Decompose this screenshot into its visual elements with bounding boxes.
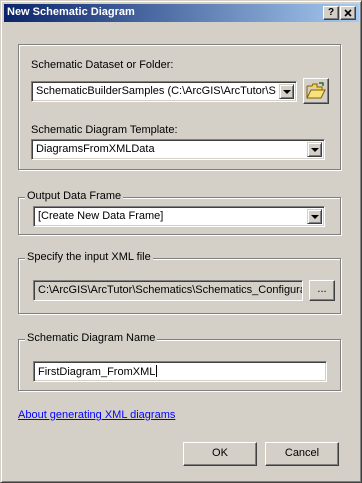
output-frame-legend: Output Data Frame (25, 190, 124, 202)
chevron-down-icon (311, 148, 319, 152)
dataset-dropdown-button[interactable] (279, 84, 294, 99)
output-frame-dropdown-button[interactable] (307, 209, 322, 224)
dataset-value: SchematicBuilderSamples (C:\ArcGIS\ArcTu… (36, 85, 276, 97)
help-button[interactable]: ? (323, 6, 339, 20)
xml-file-legend: Specify the input XML file (25, 251, 153, 263)
xml-file-browse-button[interactable]: ... (309, 280, 335, 301)
ok-button[interactable]: OK (183, 442, 257, 466)
dataset-label: Schematic Dataset or Folder: (31, 59, 174, 71)
dataset-combo[interactable]: SchematicBuilderSamples (C:\ArcGIS\ArcTu… (31, 81, 297, 102)
xml-file-path-field[interactable]: C:\ArcGIS\ArcTutor\Schematics\Schematics… (33, 280, 303, 301)
diagram-name-value: FirstDiagram_FromXML (38, 366, 156, 378)
diagram-name-value-wrap: FirstDiagram_FromXML (38, 365, 158, 378)
open-folder-icon (306, 82, 326, 99)
diagram-name-input[interactable]: FirstDiagram_FromXML (33, 361, 327, 382)
template-value: DiagramsFromXMLData (36, 143, 155, 155)
dataset-browse-button[interactable] (303, 78, 329, 104)
chevron-down-icon (283, 90, 291, 94)
template-dropdown-button[interactable] (307, 142, 322, 157)
chevron-down-icon (311, 215, 319, 219)
text-caret (156, 365, 158, 377)
output-frame-value: [Create New Data Frame] (38, 210, 164, 222)
output-frame-combo[interactable]: [Create New Data Frame] (33, 206, 325, 227)
xml-file-group: Specify the input XML file C:\ArcGIS\Arc… (18, 251, 341, 314)
close-icon (344, 9, 352, 17)
template-combo[interactable]: DiagramsFromXMLData (31, 139, 325, 160)
diagram-name-group: Schematic Diagram Name FirstDiagram_From… (18, 332, 341, 391)
template-label: Schematic Diagram Template: (31, 124, 178, 136)
help-link[interactable]: About generating XML diagrams (18, 409, 175, 421)
xml-file-path-value: C:\ArcGIS\ArcTutor\Schematics\Schematics… (38, 284, 302, 296)
output-frame-group: Output Data Frame [Create New Data Frame… (18, 190, 341, 235)
close-button[interactable] (340, 6, 356, 20)
new-schematic-diagram-dialog: New Schematic Diagram ? Schematic Datase… (0, 0, 362, 483)
diagram-name-legend: Schematic Diagram Name (25, 332, 158, 344)
dataset-template-group: Schematic Dataset or Folder: SchematicBu… (18, 44, 341, 170)
window-title: New Schematic Diagram (7, 6, 135, 18)
cancel-button[interactable]: Cancel (265, 442, 339, 466)
title-bar[interactable]: New Schematic Diagram ? (4, 4, 359, 22)
